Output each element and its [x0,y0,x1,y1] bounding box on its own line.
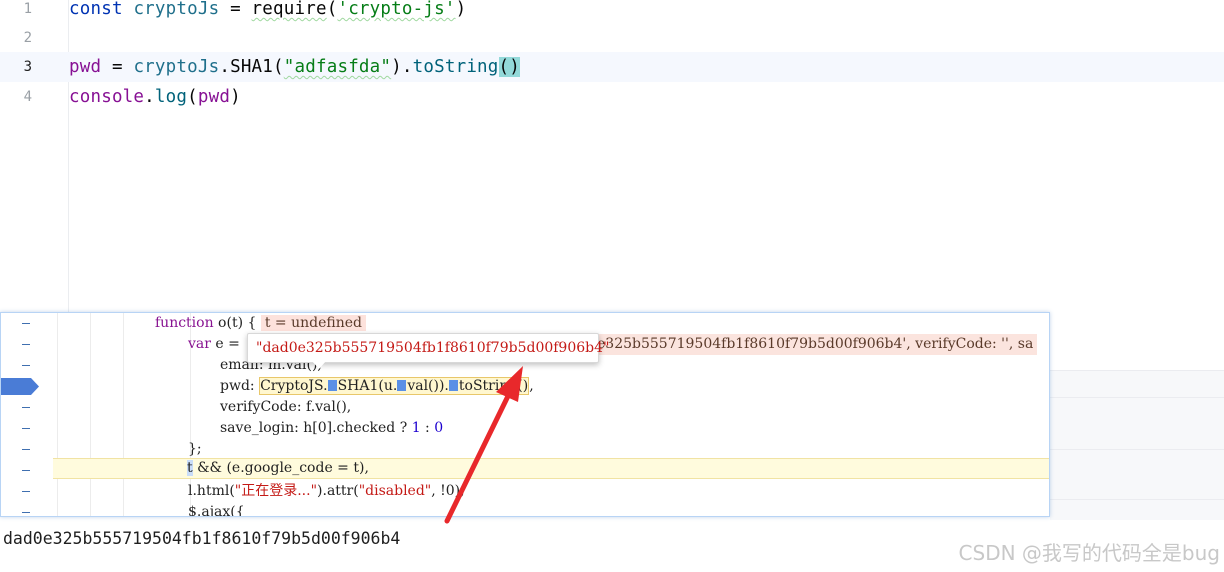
source-line[interactable]: $.ajax({ [1,502,1049,517]
ide-side-panel [1050,370,1224,520]
editor-line-2[interactable]: 2 [0,23,1224,53]
editor-line-3[interactable]: 3 pwd = cryptoJs.SHA1("adfasfda").toStri… [0,52,1224,82]
source-line[interactable]: function o(t) { t = undefined [1,313,1049,334]
line-code: console.log(pwd) [69,87,241,107]
line-number: 1 [23,1,32,17]
source-line[interactable]: verifyCode: f.val(), [1,397,1049,418]
line-marker [22,323,30,324]
step-marker-icon[interactable] [327,380,337,391]
line-marker [22,512,30,513]
line-marker [22,407,30,408]
line-number: 2 [23,30,32,46]
line-marker [22,470,30,471]
line-marker [22,344,30,345]
breakpoint-marker[interactable] [1,378,39,395]
source-line[interactable]: }; [1,439,1049,460]
paused-execution-line[interactable]: t && (e.google_code = t), [53,458,1049,479]
line-code: $.ajax({ [188,504,245,517]
line-number: 4 [23,89,32,105]
line-code: save_login: h[0].checked ? 1 : 0 [220,420,444,436]
paused-line-gutter [1,460,53,481]
line-code: function o(t) { t = undefined [155,313,366,334]
editor-line-1[interactable]: 1 const cryptoJs = require('crypto-js') [0,0,1224,24]
inline-value: e325b555719504fb1f8610f79b5d00f906b4', v… [593,334,1038,355]
source-line[interactable]: save_login: h[0].checked ? 1 : 0 [1,418,1049,439]
step-marker-icon[interactable] [448,380,458,391]
line-code: const cryptoJs = require('crypto-js') [69,0,467,19]
line-number: 3 [23,59,32,75]
line-marker [22,491,30,492]
evaluated-expression[interactable]: CryptoJS. SHA1(u. val()). toString() [259,377,530,395]
inline-value: t = undefined [260,315,366,331]
source-line-breakpoint[interactable]: pwd: CryptoJS. SHA1(u. val()). toString(), [1,376,1049,397]
line-code: pwd = cryptoJs.SHA1("adfasfda").toString… [69,57,521,77]
line-code: var e = [188,336,245,352]
source-line[interactable]: l.html("正在登录...").attr("disabled", !0), [1,481,1049,502]
line-code: t && (e.google_code = t), [187,460,369,476]
line-code: }; [188,441,202,457]
editor-line-4[interactable]: 4 console.log(pwd) [0,82,1224,112]
line-marker [22,449,30,450]
console-output: dad0e325b555719504fb1f8610f79b5d00f906b4 [3,529,401,548]
value-tooltip[interactable]: "dad0e325b555719504fb1f8610f79b5d00f906b… [247,333,609,363]
line-code: verifyCode: f.val(), [220,399,352,415]
matched-brace: () [498,57,521,77]
step-marker-icon[interactable] [397,380,407,391]
watermark: CSDN @我写的代码全是bug [958,541,1220,565]
line-code: pwd: CryptoJS. SHA1(u. val()). toString(), [220,377,534,395]
line-marker [22,428,30,429]
line-code: l.html("正在登录...").attr("disabled", !0), [188,483,465,499]
line-marker [22,365,30,366]
